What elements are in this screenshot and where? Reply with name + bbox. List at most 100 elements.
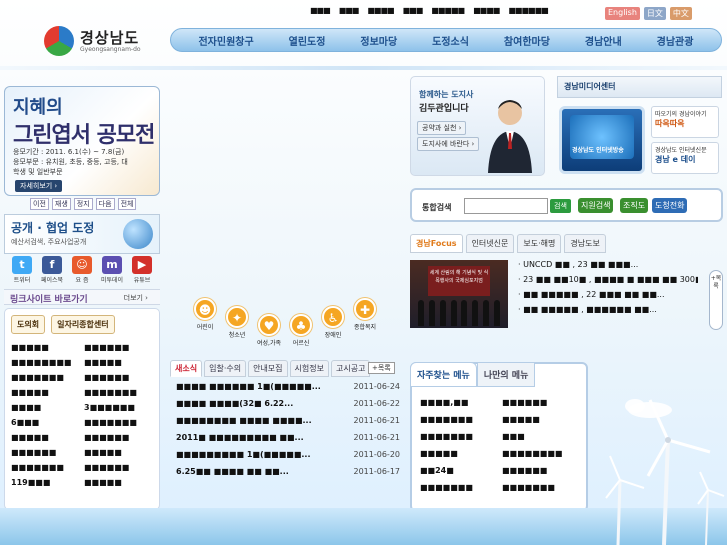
welfare-women-family[interactable]: ♥ 여성,가족 bbox=[254, 314, 284, 347]
utility-link[interactable]: ■■■■ bbox=[473, 6, 500, 15]
banner-prev-button[interactable]: 이전 bbox=[30, 198, 49, 210]
gnb-item[interactable]: 정보마당 bbox=[360, 33, 397, 48]
banner-stop-button[interactable]: 정지 bbox=[73, 198, 93, 210]
gnb-item[interactable]: 경남안내 bbox=[585, 33, 622, 48]
support-search-button[interactable]: 지원검색 bbox=[578, 198, 614, 213]
list-item[interactable]: ■■■■■■ bbox=[84, 343, 157, 352]
menu-item[interactable]: ■■■ bbox=[502, 432, 584, 441]
list-item[interactable]: ■■■■■■■ bbox=[11, 463, 84, 472]
focus-item[interactable]: · ■■ ■■■■■ , 22 ■■■ ■■ ■■... bbox=[518, 290, 698, 305]
welfare-youth[interactable]: ✦ 청소년 bbox=[222, 306, 252, 346]
governor-panel[interactable]: 함께하는 도지사 김두관입니다 공약과 실천 › 도지사에 바란다 › bbox=[410, 76, 545, 176]
gnb-item[interactable]: 전자민원창구 bbox=[198, 33, 253, 48]
tab-my-menu[interactable]: 나만의 메뉴 bbox=[476, 362, 536, 387]
tab-council[interactable]: 도의회 bbox=[11, 315, 46, 334]
tab-notice[interactable]: 고시공고 bbox=[330, 360, 371, 377]
search-input[interactable] bbox=[464, 198, 548, 214]
news-row[interactable]: ■■■■ ■■■■■■ 1■(■■■■■... 2011-06-24 bbox=[170, 378, 400, 395]
petition-button[interactable]: 도지사에 바란다 › bbox=[417, 137, 480, 151]
enews-link[interactable]: 경상남도 인터넷신문 경남 e 데이 bbox=[651, 142, 719, 174]
utility-link[interactable]: ■■■■■ bbox=[431, 6, 465, 15]
sns-yozm[interactable]: ☺ 요 즘 bbox=[68, 256, 96, 284]
list-item[interactable]: ■■■■■ bbox=[84, 478, 157, 487]
lang-chinese[interactable]: 中文 bbox=[669, 7, 692, 20]
menu-item[interactable]: ■■■■,■■ bbox=[420, 398, 502, 407]
list-item[interactable]: ■■■■■ bbox=[11, 343, 84, 352]
welfare-disabled[interactable]: ♿ 장애인 bbox=[318, 306, 348, 346]
banner-play-button[interactable]: 재생 bbox=[51, 198, 71, 210]
sns-facebook[interactable]: f 페이스북 bbox=[38, 256, 66, 284]
menu-item[interactable]: ■■■■■ bbox=[420, 449, 502, 458]
tab-news[interactable]: 새소식 bbox=[170, 360, 203, 377]
menu-item[interactable]: ■■■■■■■ bbox=[420, 415, 502, 424]
utility-link[interactable]: ■■■■ bbox=[367, 6, 394, 15]
banner-next-button[interactable]: 다음 bbox=[95, 198, 115, 210]
list-item[interactable]: ■■■■■■ bbox=[84, 433, 157, 442]
news-row[interactable]: ■■■■ ■■■■(32■ 6.22... 2011-06-22 bbox=[170, 395, 400, 412]
list-item[interactable]: ■■■■■■■ bbox=[84, 418, 157, 427]
internet-broadcast-button[interactable]: 경상남도 인터넷방송 bbox=[559, 106, 645, 174]
menu-item[interactable]: ■■24■ bbox=[420, 466, 502, 475]
utility-link[interactable]: ■■■ bbox=[403, 6, 424, 15]
news-row[interactable]: 6.25■■ ■■■■ ■■ ■■... 2011-06-17 bbox=[170, 463, 400, 480]
contest-banner[interactable]: 지혜의 그린엽서 공모전 응모기간 : 2011. 6.1(수) ~ 7.8(금… bbox=[4, 86, 160, 196]
menu-item[interactable]: ■■■■■ bbox=[502, 415, 584, 424]
link-site-more-button[interactable]: 더보기 › bbox=[124, 293, 148, 303]
banner-all-button[interactable]: 전체 bbox=[117, 198, 137, 210]
list-item[interactable]: ■■■■■■ bbox=[11, 448, 84, 457]
list-item[interactable]: 119■■■ bbox=[11, 478, 84, 487]
utility-link[interactable]: ■■■ bbox=[310, 6, 331, 15]
focus-item[interactable]: · 23 ■■ ■■10■ , ■■■■ ■ ■■■ ■■ 300■ bbox=[518, 275, 698, 290]
menu-item[interactable]: ■■■■■■■ bbox=[420, 432, 502, 441]
sns-youtube[interactable]: ▶ 유튜브 bbox=[128, 256, 156, 284]
tab-recruit[interactable]: 안내모집 bbox=[248, 360, 288, 377]
menu-item[interactable]: ■■■■■■ bbox=[502, 466, 584, 475]
welfare-seniors[interactable]: ♣ 어르신 bbox=[286, 314, 316, 347]
news-row[interactable]: 2011■ ■■■■■■■■■ ■■... 2011-06-21 bbox=[170, 429, 400, 446]
list-item[interactable]: ■■■■■ bbox=[11, 388, 84, 397]
tab-focus[interactable]: 경남Focus bbox=[410, 234, 463, 253]
tab-exam[interactable]: 시험정보 bbox=[289, 360, 329, 377]
list-item[interactable]: ■■■■ bbox=[11, 403, 84, 412]
focus-item[interactable]: · UNCCD ■■ , 23 ■■ ■■■... bbox=[518, 260, 698, 275]
menu-item[interactable]: ■■■■■■ bbox=[502, 398, 584, 407]
news-row[interactable]: ■■■■■■■■■ 1■(■■■■■... 2011-06-20 bbox=[170, 446, 400, 463]
menu-item[interactable]: ■■■■■■■ bbox=[420, 483, 502, 492]
lang-japanese[interactable]: 日文 bbox=[643, 7, 666, 20]
tab-press[interactable]: 보도·해명 bbox=[517, 234, 562, 253]
pledge-button[interactable]: 공약과 실천 › bbox=[417, 121, 467, 135]
sns-me2day[interactable]: m 미투데이 bbox=[98, 256, 126, 284]
menu-item[interactable]: ■■■■■■■ bbox=[502, 483, 584, 492]
tab-gazette[interactable]: 경남도보 bbox=[564, 234, 606, 253]
news-row[interactable]: ■■■■■■■■ ■■■■ ■■■■... 2011-06-21 bbox=[170, 412, 400, 429]
banner-more-button[interactable]: 자세히보기 › bbox=[15, 180, 63, 192]
list-item[interactable]: 6■■■ bbox=[11, 418, 84, 427]
sns-twitter[interactable]: t 트위터 bbox=[8, 256, 36, 284]
gnb-item[interactable]: 열린도정 bbox=[289, 33, 326, 48]
tab-job-center[interactable]: 일자리종합센터 bbox=[51, 315, 115, 334]
org-chart-button[interactable]: 조직도 bbox=[620, 198, 649, 213]
list-item[interactable]: ■■■■■■■ bbox=[84, 388, 157, 397]
tab-frequent-menu[interactable]: 자주찾는 메뉴 bbox=[410, 362, 477, 387]
gnb-item[interactable]: 경남관광 bbox=[657, 33, 694, 48]
tab-bidding[interactable]: 입찰·수의 bbox=[204, 360, 247, 377]
focus-more-button[interactable]: +목록 bbox=[709, 270, 723, 330]
site-logo[interactable]: 경상남도 Gyeongsangnam-do bbox=[44, 26, 154, 58]
ddaok-story-link[interactable]: 따오기의 경남이야기 따옥따옥 bbox=[651, 106, 719, 138]
list-item[interactable]: ■■■■■■■■ bbox=[11, 358, 84, 367]
welfare-general[interactable]: ✚ 종합복지 bbox=[350, 298, 380, 346]
utility-link[interactable]: ■■■ bbox=[339, 6, 360, 15]
list-item[interactable]: ■■■■■■■ bbox=[11, 373, 84, 382]
welfare-children[interactable]: ☻ 어린이 bbox=[190, 298, 220, 346]
lang-english[interactable]: English bbox=[605, 7, 640, 20]
news-more-button[interactable]: +목록 bbox=[368, 362, 395, 374]
utility-link[interactable]: ■■■■■■ bbox=[508, 6, 548, 15]
menu-item[interactable]: ■■■■■■■■ bbox=[502, 449, 584, 458]
open-government-banner[interactable]: 공개 · 협업 도정 예산서검색, 주요사업공개 bbox=[4, 214, 160, 254]
search-button[interactable]: 검색 bbox=[550, 199, 571, 213]
list-item[interactable]: ■■■■■ bbox=[11, 433, 84, 442]
list-item[interactable]: ■■■■■ bbox=[84, 448, 157, 457]
list-item[interactable]: ■■■■■■ bbox=[84, 373, 157, 382]
list-item[interactable]: 3■■■■■■ bbox=[84, 403, 157, 412]
focus-photo[interactable]: 세계 산림의 해 기념식 및 식목행사의 국제심포지엄 bbox=[410, 260, 508, 328]
